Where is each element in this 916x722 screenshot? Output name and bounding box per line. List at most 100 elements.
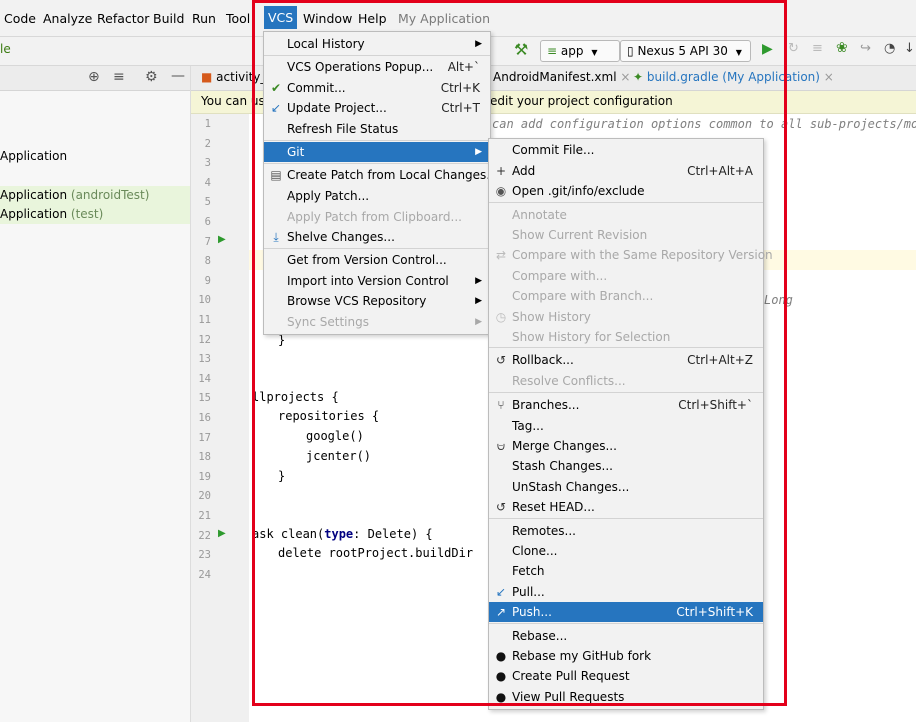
menu-item-label: Local History [287, 37, 365, 51]
line-number: 18 [198, 451, 211, 464]
tab-activity[interactable]: ■ activity_ [201, 70, 266, 84]
git-menu-item: Annotate [489, 205, 763, 225]
menu-item-label: Refresh File Status [287, 122, 399, 136]
line-number: 23 [198, 549, 211, 562]
git-menu-item: ◷ Show History [489, 307, 763, 327]
vcs-menu-item[interactable]: Import into Version Control ▶ [264, 271, 490, 291]
menu-window[interactable]: Window [303, 11, 352, 26]
menu-refactor[interactable]: Refactor [97, 11, 149, 26]
tree-item-test[interactable]: Application (test) [0, 205, 190, 224]
git-menu-item[interactable]: Fetch [489, 561, 763, 581]
line-number: 4 [204, 176, 211, 189]
menu-item-label: Resolve Conflicts... [512, 374, 626, 388]
branch-icon: ⑂ [497, 398, 505, 412]
close-icon[interactable]: × [620, 70, 630, 84]
sdk-manager-icon[interactable]: ↓ [904, 41, 915, 56]
vcs-menu-item[interactable]: Apply Patch... [264, 186, 490, 206]
tree-item-android-test[interactable]: Application (androidTest) [0, 186, 190, 205]
gradle-icon: ✦ [633, 70, 644, 84]
vcs-menu-item[interactable]: ✔ Commit... Ctrl+K [264, 78, 490, 98]
vcs-menu-item[interactable]: VCS Operations Popup... Alt+` [264, 57, 490, 77]
git-menu-item[interactable]: ⩁ Merge Changes... [489, 436, 763, 456]
run-gutter-icon[interactable]: ▶ [218, 528, 226, 539]
code-line-17: google() [306, 429, 364, 443]
git-menu-item[interactable]: Remotes... [489, 521, 763, 541]
vcs-menu-item[interactable]: Browse VCS Repository ▶ [264, 291, 490, 311]
git-menu-item[interactable]: ● View Pull Requests [489, 687, 763, 707]
git-menu-item[interactable]: ● Rebase my GitHub fork [489, 646, 763, 666]
git-menu-item[interactable]: ● Create Pull Request [489, 666, 763, 686]
check-icon: ✔ [270, 81, 282, 95]
menu-build[interactable]: Build [153, 11, 184, 26]
menu-item-label: Compare with Branch... [512, 289, 654, 303]
vcs-menu-item[interactable]: Refresh File Status [264, 119, 490, 139]
device-select[interactable]: ▯ Nexus 5 API 30 ▼ [620, 40, 751, 62]
close-icon[interactable]: × [824, 70, 834, 84]
menu-item-label: Add [512, 164, 536, 178]
git-menu-item[interactable]: Stash Changes... [489, 456, 763, 476]
line-number: 6 [204, 216, 211, 228]
shelve-icon: ⤓ [273, 230, 279, 244]
menu-item-label: Commit File... [512, 143, 595, 157]
run-config-select[interactable]: ≡ app ▼ [540, 40, 620, 62]
line-number: 22 [198, 529, 211, 542]
tree-item-module[interactable]: Application [0, 147, 190, 166]
run-icon[interactable]: ▶ [762, 41, 773, 57]
gear-icon[interactable]: ⚙ [145, 69, 158, 85]
line-number: 8 [204, 255, 211, 268]
menu-run[interactable]: Run [192, 11, 216, 26]
git-menu-item[interactable]: Commit File... [489, 140, 763, 160]
git-menu-item[interactable]: Clone... [489, 541, 763, 561]
git-menu-item[interactable]: ↺ Reset HEAD... [489, 497, 763, 517]
code-line-18: jcenter() [306, 449, 372, 463]
pull-arrow-icon: ↙ [495, 585, 507, 599]
line-number: 21 [198, 510, 211, 522]
vcs-menu-item[interactable]: ⤓ Shelve Changes... [264, 227, 490, 247]
git-menu-item[interactable]: ↗ Push... Ctrl+Shift+K [489, 602, 763, 622]
vcs-menu-item[interactable]: ▤ Create Patch from Local Changes... [264, 165, 497, 185]
git-menu-item[interactable]: UnStash Changes... [489, 477, 763, 497]
line-number: 19 [198, 470, 211, 483]
profiler-icon[interactable]: ◔ [884, 41, 895, 56]
menu-item-label: Open .git/info/exclude [512, 184, 645, 198]
collapse-icon[interactable]: ≡ [113, 69, 125, 85]
tab-android-manifest[interactable]: AndroidManifest.xml × [493, 70, 630, 84]
git-menu-item[interactable]: ◉ Open .git/info/exclude [489, 181, 763, 201]
git-menu-item[interactable]: + Add Ctrl+Alt+A [489, 161, 763, 181]
menu-analyze[interactable]: Analyze [43, 11, 92, 26]
git-menu-item[interactable]: Rebase... [489, 626, 763, 646]
minimize-icon[interactable]: — [171, 68, 185, 84]
vcs-menu-item[interactable]: ↙ Update Project... Ctrl+T [264, 98, 490, 118]
attach-debugger-icon[interactable]: ↪ [860, 41, 871, 56]
apply-changes-icon[interactable]: ↻ [788, 41, 799, 56]
menu-separator [489, 518, 763, 519]
git-menu-item: Show History for Selection [489, 327, 763, 347]
hammer-icon[interactable]: ⚒ [514, 40, 528, 59]
vcs-menu-item[interactable]: Local History ▶ [264, 34, 490, 54]
line-number: 17 [198, 431, 211, 444]
menu-vcs[interactable]: VCS [264, 6, 298, 29]
menu-item-label: UnStash Changes... [512, 480, 630, 494]
menu-tools[interactable]: Tool [226, 11, 250, 26]
git-menu-item[interactable]: ↙ Pull... [489, 582, 763, 602]
target-icon[interactable]: ⊕ [88, 69, 100, 85]
menu-item-label: Rebase... [512, 629, 568, 643]
menu-code[interactable]: Code [4, 11, 36, 26]
vcs-menu-item[interactable]: Get from Version Control... [264, 250, 490, 270]
debug-icon[interactable]: ❀ [836, 40, 848, 56]
git-menu-item[interactable]: ⑂ Branches... Ctrl+Shift+` [489, 395, 763, 415]
run-gutter-icon[interactable]: ▶ [218, 234, 226, 245]
line-number: 15 [198, 392, 211, 405]
shortcut-hint: Ctrl+Alt+Z [687, 353, 753, 367]
shortcut-hint: Ctrl+K [440, 81, 480, 95]
line-number: 16 [198, 412, 211, 424]
git-menu-item[interactable]: Tag... [489, 416, 763, 436]
menu-separator [264, 248, 490, 249]
tab-build-gradle[interactable]: ✦ build.gradle (My Application) × [633, 70, 834, 84]
menu-help[interactable]: Help [358, 11, 387, 26]
shortcut-hint: Alt+` [447, 60, 480, 74]
apply-code-icon[interactable]: ≡ [812, 41, 823, 56]
vcs-menu-item[interactable]: Git ▶ [264, 142, 490, 162]
project-breadcrumb[interactable]: le [0, 42, 11, 56]
git-menu-item[interactable]: ↺ Rollback... Ctrl+Alt+Z [489, 350, 763, 370]
